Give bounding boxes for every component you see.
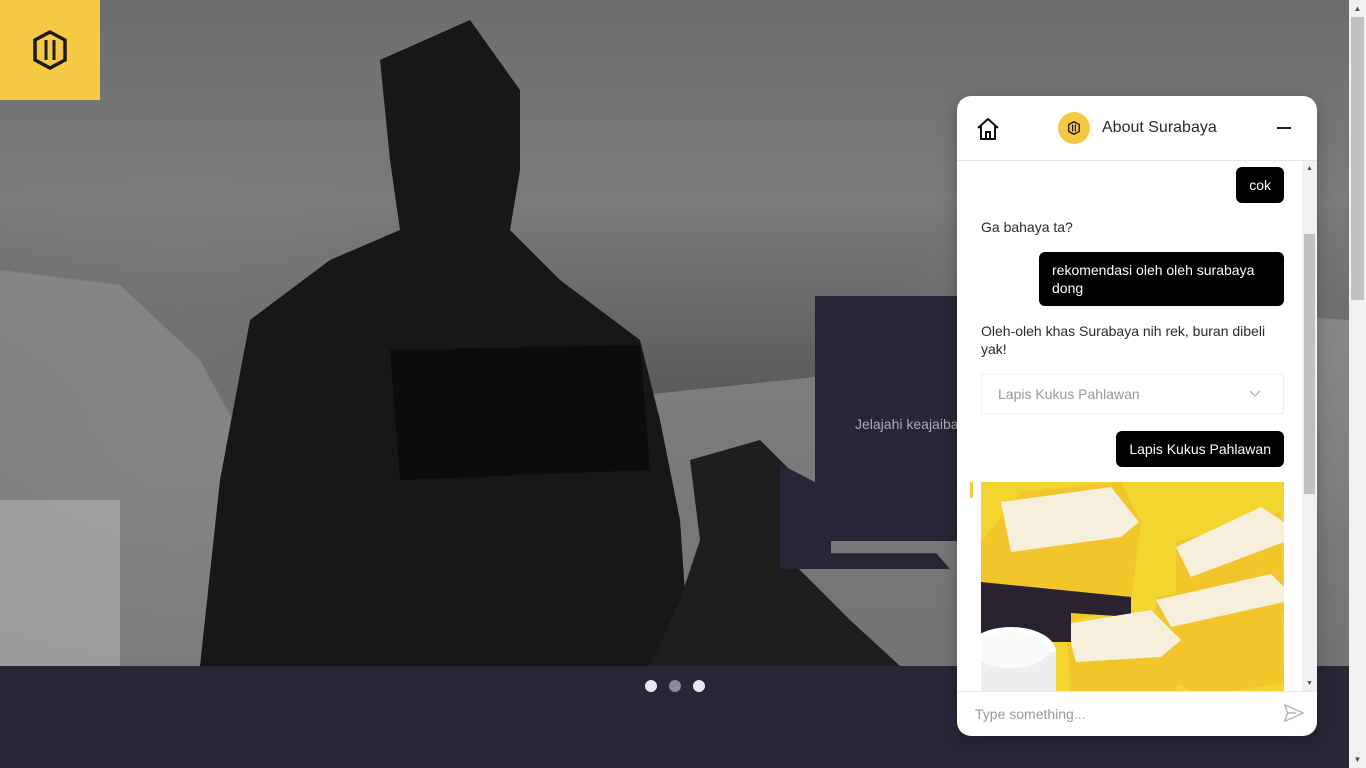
slider-dot-1[interactable]	[645, 680, 657, 692]
logo-icon	[33, 30, 67, 70]
bot-message: Ga bahaya ta?	[981, 219, 1073, 235]
bot-message: Oleh-oleh khas Surabaya nih rek, buran d…	[981, 323, 1266, 357]
chat-widget: About Surabaya cok Ga bahaya ta? rekomen…	[957, 96, 1317, 736]
home-button[interactable]	[975, 116, 1001, 142]
home-icon	[977, 118, 999, 140]
product-image[interactable]	[981, 482, 1284, 691]
slider-dots	[645, 680, 705, 692]
message-marker	[970, 482, 973, 498]
bot-avatar	[1058, 112, 1090, 144]
minimize-icon	[1277, 127, 1291, 129]
page-scrollbar[interactable]: ▲ ▼	[1349, 0, 1366, 768]
chat-input-row	[957, 691, 1317, 736]
promo-text: Jelajahi keajaiban	[855, 416, 965, 432]
product-select[interactable]: Lapis Kukus Pahlawan	[981, 374, 1284, 414]
chat-scroll-thumb[interactable]	[1304, 234, 1315, 494]
chat-scrollbar[interactable]: ▲ ▼	[1302, 161, 1317, 691]
logo-icon	[1068, 121, 1080, 135]
chevron-down-icon	[1249, 390, 1261, 398]
user-message: rekomendasi oleh oleh surabaya dong	[1039, 252, 1284, 306]
slider-dot-2[interactable]	[669, 680, 681, 692]
send-icon	[1284, 704, 1304, 722]
message-input[interactable]	[975, 702, 1265, 726]
site-logo[interactable]	[0, 0, 100, 100]
chat-title: About Surabaya	[1102, 119, 1217, 136]
chat-messages: cok Ga bahaya ta? rekomendasi oleh oleh …	[957, 161, 1302, 691]
product-photo	[981, 482, 1284, 691]
user-message: cok	[1236, 167, 1284, 203]
page-scroll-thumb[interactable]	[1351, 17, 1364, 300]
scroll-up-arrow-icon[interactable]: ▲	[1349, 0, 1366, 17]
slider-dot-3[interactable]	[693, 680, 705, 692]
send-button[interactable]	[1283, 702, 1305, 724]
user-message: Lapis Kukus Pahlawan	[1116, 431, 1284, 467]
scroll-up-arrow-icon[interactable]: ▲	[1302, 161, 1317, 176]
chat-header: About Surabaya	[957, 96, 1317, 161]
product-select-value: Lapis Kukus Pahlawan	[998, 386, 1140, 402]
scroll-down-arrow-icon[interactable]: ▼	[1302, 676, 1317, 691]
scroll-down-arrow-icon[interactable]: ▼	[1349, 751, 1366, 768]
